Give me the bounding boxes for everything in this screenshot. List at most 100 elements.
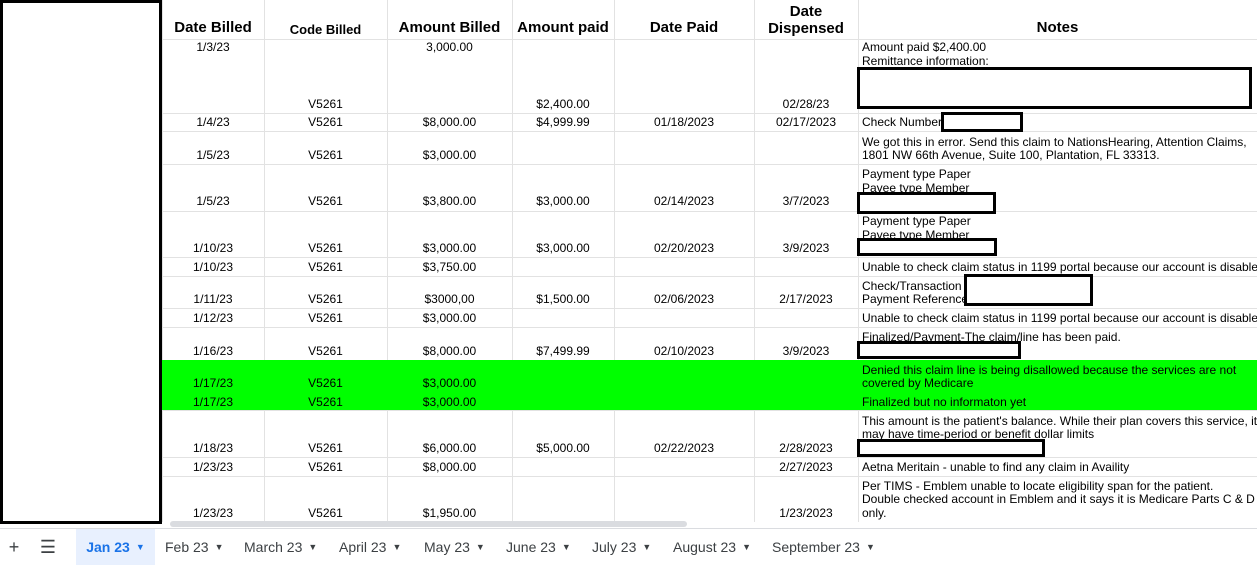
horizontal-scrollbar[interactable] — [170, 521, 687, 527]
redacted-column — [0, 0, 162, 524]
cell-code-billed[interactable]: V5261 — [264, 149, 387, 162]
cell-date-paid[interactable]: 02/22/2023 — [614, 442, 754, 455]
cell-notes-line[interactable]: Aetna Meritain - unable to find any clai… — [862, 461, 1129, 474]
cell-date-paid[interactable]: 02/14/2023 — [614, 195, 754, 208]
cell-date-billed[interactable]: 1/23/23 — [162, 461, 264, 474]
tab-june-23[interactable]: June 23 ▼ — [506, 529, 571, 565]
header-date-billed[interactable]: Date Billed — [162, 19, 264, 36]
cell-code-billed[interactable]: V5261 — [264, 312, 387, 325]
cell-date-billed[interactable]: 1/11/23 — [162, 293, 264, 306]
header-date-dispensed-line1[interactable]: Date — [754, 3, 858, 20]
cell-amount-billed[interactable]: $3,000.00 — [387, 312, 512, 325]
cell-date-dispensed[interactable]: 1/23/2023 — [754, 507, 858, 520]
tab-may-23[interactable]: May 23 ▼ — [424, 529, 485, 565]
cell-date-dispensed[interactable]: 02/17/2023 — [754, 116, 858, 129]
cell-amount-billed[interactable]: $8,000.00 — [387, 345, 512, 358]
cell-amount-paid[interactable]: $1,500.00 — [512, 293, 614, 306]
cell-notes-line[interactable]: Unable to check claim status in 1199 por… — [862, 312, 1257, 325]
cell-date-billed[interactable]: 1/23/23 — [162, 507, 264, 520]
header-amount-paid[interactable]: Amount paid — [512, 19, 614, 36]
cell-amount-billed[interactable]: $3,000.00 — [387, 242, 512, 255]
cell-notes-line[interactable]: Finalized but no informaton yet — [862, 396, 1026, 409]
cell-notes-line[interactable]: Payment type Paper — [862, 215, 971, 228]
cell-notes-line[interactable]: Payment Reference — [862, 293, 968, 306]
cell-date-billed[interactable]: 1/17/23 — [162, 396, 264, 409]
tab-september-23[interactable]: September 23 ▼ — [772, 529, 875, 565]
cell-code-billed[interactable]: V5261 — [264, 242, 387, 255]
tab-july-23[interactable]: July 23 ▼ — [592, 529, 651, 565]
tab-march-23[interactable]: March 23 ▼ — [244, 529, 317, 565]
cell-code-billed[interactable]: V5261 — [264, 98, 387, 111]
spreadsheet-grid[interactable]: Date Billed Code Billed Amount Billed Am… — [0, 0, 1257, 528]
cell-notes-line[interactable]: 1801 NW 66th Avenue, Suite 100, Plantati… — [862, 149, 1160, 162]
grid-line — [162, 164, 1257, 165]
cell-amount-billed[interactable]: $6,000.00 — [387, 442, 512, 455]
header-date-dispensed-line2[interactable]: Dispensed — [754, 20, 858, 37]
cell-date-billed[interactable]: 1/10/23 — [162, 242, 264, 255]
cell-date-paid[interactable]: 02/20/2023 — [614, 242, 754, 255]
cell-amount-billed[interactable]: $3,800.00 — [387, 195, 512, 208]
cell-code-billed[interactable]: V5261 — [264, 116, 387, 129]
tab-jan-23[interactable]: Jan 23 ▼ — [76, 529, 155, 565]
cell-date-billed[interactable]: 1/12/23 — [162, 312, 264, 325]
cell-code-billed[interactable]: V5261 — [264, 377, 387, 390]
tab-august-23[interactable]: August 23 ▼ — [673, 529, 751, 565]
tab-feb-23[interactable]: Feb 23 ▼ — [165, 529, 224, 565]
cell-date-billed[interactable]: 1/5/23 — [162, 195, 264, 208]
cell-notes-line[interactable]: only. — [862, 507, 886, 520]
cell-amount-billed[interactable]: $8,000.00 — [387, 116, 512, 129]
cell-date-billed[interactable]: 1/18/23 — [162, 442, 264, 455]
cell-amount-paid[interactable]: $2,400.00 — [512, 98, 614, 111]
cell-date-dispensed[interactable]: 2/28/2023 — [754, 442, 858, 455]
cell-code-billed[interactable]: V5261 — [264, 442, 387, 455]
cell-amount-billed[interactable]: $1,950.00 — [387, 507, 512, 520]
cell-amount-billed[interactable]: $3,000.00 — [387, 396, 512, 409]
header-notes[interactable]: Notes — [858, 19, 1257, 36]
cell-date-paid[interactable]: 02/10/2023 — [614, 345, 754, 358]
cell-date-dispensed[interactable]: 3/9/2023 — [754, 242, 858, 255]
cell-date-billed[interactable]: 1/17/23 — [162, 377, 264, 390]
cell-notes-line[interactable]: Check Number — [862, 116, 942, 129]
cell-amount-paid[interactable]: $5,000.00 — [512, 442, 614, 455]
cell-code-billed[interactable]: V5261 — [264, 195, 387, 208]
cell-date-billed[interactable]: 1/4/23 — [162, 116, 264, 129]
cell-code-billed[interactable]: V5261 — [264, 461, 387, 474]
cell-date-billed[interactable]: 1/16/23 — [162, 345, 264, 358]
cell-amount-paid[interactable]: $3,000.00 — [512, 242, 614, 255]
cell-amount-paid[interactable]: $7,499.99 — [512, 345, 614, 358]
cell-code-billed[interactable]: V5261 — [264, 261, 387, 274]
cell-notes-line[interactable]: Payment type Paper — [862, 168, 971, 181]
cell-date-dispensed[interactable]: 3/7/2023 — [754, 195, 858, 208]
cell-date-paid[interactable]: 01/18/2023 — [614, 116, 754, 129]
cell-notes-line[interactable]: Amount paid $2,400.00 — [862, 41, 986, 54]
cell-amount-billed[interactable]: $3000,00 — [387, 293, 512, 306]
cell-amount-billed[interactable]: $3,000.00 — [387, 377, 512, 390]
cell-notes-line[interactable]: Unable to check claim status in 1199 por… — [862, 261, 1257, 274]
cell-date-dispensed[interactable]: 3/9/2023 — [754, 345, 858, 358]
cell-code-billed[interactable]: V5261 — [264, 507, 387, 520]
plus-icon[interactable]: + — [2, 529, 26, 565]
cell-amount-billed[interactable]: $3,000.00 — [387, 149, 512, 162]
cell-date-billed[interactable]: 1/5/23 — [162, 149, 264, 162]
cell-notes-line[interactable]: covered by Medicare — [862, 377, 973, 390]
cell-date-billed[interactable]: 1/10/23 — [162, 261, 264, 274]
cell-amount-billed[interactable]: 3,000.00 — [387, 41, 512, 54]
cell-date-paid[interactable]: 02/06/2023 — [614, 293, 754, 306]
cell-amount-paid[interactable]: $3,000.00 — [512, 195, 614, 208]
header-date-paid[interactable]: Date Paid — [614, 19, 754, 36]
cell-date-dispensed[interactable]: 02/28/23 — [754, 98, 858, 111]
cell-amount-billed[interactable]: $3,750.00 — [387, 261, 512, 274]
cell-code-billed[interactable]: V5261 — [264, 396, 387, 409]
cell-code-billed[interactable]: V5261 — [264, 345, 387, 358]
cell-date-billed[interactable]: 1/3/23 — [162, 41, 264, 54]
header-code-billed[interactable]: Code Billed — [264, 21, 387, 38]
cell-code-billed[interactable]: V5261 — [264, 293, 387, 306]
menu-icon[interactable]: ☰ — [34, 529, 62, 565]
header-amount-billed[interactable]: Amount Billed — [387, 19, 512, 36]
cell-notes-line[interactable]: Double checked account in Emblem and it … — [862, 493, 1255, 506]
tab-april-23[interactable]: April 23 ▼ — [339, 529, 401, 565]
cell-date-dispensed[interactable]: 2/17/2023 — [754, 293, 858, 306]
cell-amount-paid[interactable]: $4,999.99 — [512, 116, 614, 129]
cell-date-dispensed[interactable]: 2/27/2023 — [754, 461, 858, 474]
cell-amount-billed[interactable]: $8,000.00 — [387, 461, 512, 474]
